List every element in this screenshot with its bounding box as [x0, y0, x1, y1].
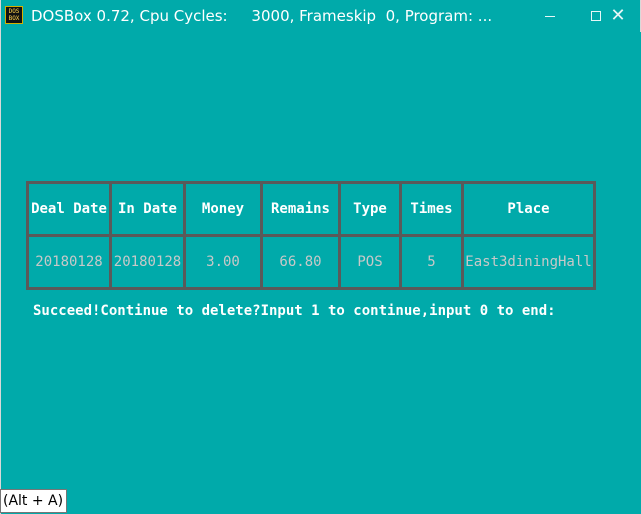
table-header-row: Deal Date In Date Money Remains Type Tim… [26, 181, 596, 237]
record-table: Deal Date In Date Money Remains Type Tim… [26, 181, 596, 290]
minimize-icon [545, 15, 555, 17]
window-title: DOSBox 0.72, Cpu Cycles: 3000, Frameskip… [31, 7, 493, 25]
icon-text-top: DOS [8, 8, 20, 15]
cell-type: POS [338, 234, 402, 290]
cell-times: 5 [399, 234, 464, 290]
title-bar[interactable]: DOS BOX DOSBox 0.72, Cpu Cycles: 3000, F… [1, 0, 640, 32]
close-icon: ✕ [610, 5, 626, 26]
header-deal-date: Deal Date [26, 181, 112, 237]
dosbox-window: DOS BOX DOSBox 0.72, Cpu Cycles: 3000, F… [0, 0, 641, 514]
close-button[interactable]: ✕ [595, 0, 641, 32]
icon-text-bottom: BOX [8, 15, 20, 22]
minimize-button[interactable] [527, 0, 573, 32]
cell-money: 3.00 [183, 234, 263, 290]
header-money: Money [183, 181, 263, 237]
cell-remains: 66.80 [260, 234, 341, 290]
dos-screen[interactable]: Deal Date In Date Money Remains Type Tim… [1, 32, 641, 514]
header-place: Place [461, 181, 596, 237]
cell-deal-date: 20180128 [26, 234, 112, 290]
dosbox-icon[interactable]: DOS BOX [5, 6, 23, 24]
header-remains: Remains [260, 181, 341, 237]
console-prompt: Succeed!Continue to delete?Input 1 to co… [33, 303, 556, 319]
header-times: Times [399, 181, 464, 237]
cell-in-date: 20180128 [109, 234, 186, 290]
table-row: 20180128 20180128 3.00 66.80 POS 5 East3… [26, 234, 596, 290]
header-type: Type [338, 181, 402, 237]
cell-place: East3diningHall [461, 234, 596, 290]
header-in-date: In Date [109, 181, 186, 237]
shortcut-tooltip: (Alt + A) [0, 489, 68, 513]
